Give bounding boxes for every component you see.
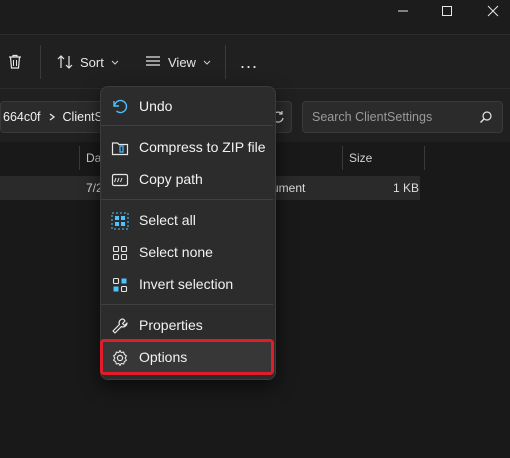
cell-type: ument xyxy=(272,181,306,195)
search-icon[interactable] xyxy=(479,110,493,124)
undo-icon xyxy=(113,99,128,114)
command-bar: Sort View ... xyxy=(0,34,510,89)
view-button[interactable]: View xyxy=(144,35,212,89)
menu-divider xyxy=(101,199,273,200)
toolbar-divider xyxy=(225,45,226,79)
toolbar-divider xyxy=(40,45,41,79)
more-options-button[interactable]: ... xyxy=(240,35,258,89)
menu-item-compress[interactable]: Compress to ZIP file xyxy=(105,132,271,162)
trash-icon xyxy=(9,54,21,69)
ellipsis-icon: ... xyxy=(240,51,259,72)
menu-item-label: Copy path xyxy=(139,171,203,187)
menu-item-select-none[interactable]: Select none xyxy=(105,237,271,267)
title-bar xyxy=(0,0,510,34)
column-header-size[interactable]: Size xyxy=(349,142,372,174)
menu-divider xyxy=(101,304,273,305)
close-button[interactable] xyxy=(470,0,510,22)
menu-divider xyxy=(101,125,273,126)
select-none-icon xyxy=(112,245,128,261)
cell-size: 1 KB xyxy=(393,181,420,195)
minimize-button[interactable] xyxy=(380,0,426,22)
search-placeholder: Search ClientSettings xyxy=(312,110,433,124)
gear-icon xyxy=(113,349,127,367)
menu-item-options[interactable]: Options xyxy=(100,339,274,375)
maximize-button[interactable] xyxy=(424,0,470,22)
menu-item-invert-selection[interactable]: Invert selection xyxy=(105,269,271,299)
wrench-icon xyxy=(112,318,128,334)
close-icon xyxy=(487,5,499,17)
sort-icon xyxy=(57,55,73,69)
chevron-down-icon xyxy=(203,60,211,65)
menu-item-label: Options xyxy=(139,349,188,365)
menu-item-label: Properties xyxy=(139,317,203,333)
menu-item-undo[interactable]: Undo xyxy=(105,91,271,121)
menu-item-label: Select none xyxy=(139,244,213,260)
sort-label: Sort xyxy=(80,54,104,70)
menu-item-label: Compress to ZIP file xyxy=(139,139,266,155)
view-label: View xyxy=(168,54,196,70)
sort-button[interactable]: Sort xyxy=(56,35,120,89)
minimize-icon xyxy=(398,10,408,12)
more-options-menu: Undo Compress to ZIP file Copy path Sele… xyxy=(100,86,276,380)
view-icon xyxy=(146,56,160,66)
chevron-right-icon[interactable] xyxy=(47,112,57,122)
delete-button[interactable] xyxy=(6,35,24,89)
menu-item-properties[interactable]: Properties xyxy=(105,310,271,340)
breadcrumb-segment[interactable]: 664c0f xyxy=(3,110,41,124)
maximize-icon xyxy=(442,6,452,16)
menu-item-copy-path[interactable]: Copy path xyxy=(105,164,271,194)
copy-path-icon xyxy=(111,173,129,187)
column-divider[interactable] xyxy=(342,146,343,170)
menu-item-label: Undo xyxy=(139,98,173,114)
invert-selection-icon xyxy=(112,277,128,293)
menu-item-label: Invert selection xyxy=(139,276,234,292)
select-all-icon xyxy=(111,212,129,230)
column-divider[interactable] xyxy=(79,146,80,170)
menu-item-select-all[interactable]: Select all xyxy=(105,205,271,235)
chevron-down-icon xyxy=(111,60,119,65)
zip-folder-icon xyxy=(111,142,129,156)
column-divider[interactable] xyxy=(424,146,425,170)
menu-item-label: Select all xyxy=(139,212,196,228)
search-input[interactable]: Search ClientSettings xyxy=(302,101,503,133)
